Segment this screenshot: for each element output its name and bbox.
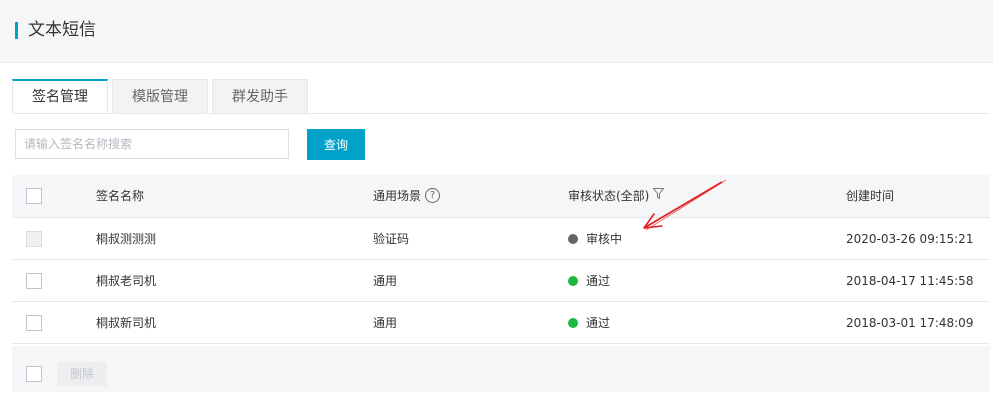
table-row: 桐叔测测测 验证码 审核中 2020-03-26 09:15:21 [12,218,990,260]
tab-divider [12,113,990,114]
table-footer: 删除 [12,346,990,392]
title-accent-bar [15,22,18,39]
status-dot-icon [568,233,578,244]
table-header: 签名名称 通用场景? 审核状态(全部) 创建时间 [12,175,990,218]
signature-scene: 通用 [373,274,398,288]
column-header-scene: 通用场景? [373,175,441,218]
column-header-name: 签名名称 [96,189,145,203]
row-checkbox[interactable] [26,315,42,331]
select-all-checkbox[interactable] [26,188,42,204]
query-button[interactable]: 查询 [307,129,365,160]
column-header-created-time: 创建时间 [846,189,895,203]
page-header: 文本短信 [0,0,993,63]
status-badge: 通过 [568,302,610,344]
footer-select-all-checkbox[interactable] [26,366,42,382]
signature-name: 桐叔测测测 [96,232,157,246]
search-input[interactable] [15,129,289,159]
tab-signature-management[interactable]: 签名管理 [12,79,108,114]
tab-bulk-send-assistant[interactable]: 群发助手 [212,79,308,114]
row-checkbox[interactable] [26,273,42,289]
tab-template-management[interactable]: 模版管理 [112,79,208,114]
status-text: 通过 [586,316,611,330]
status-dot-icon [568,275,578,286]
help-icon[interactable]: ? [425,188,441,203]
status-dot-icon [568,317,578,328]
created-time: 2018-04-17 11:45:58 [846,274,974,288]
status-text: 通过 [586,274,611,288]
signature-name: 桐叔新司机 [96,316,157,330]
delete-button[interactable]: 删除 [57,362,107,386]
page-title: 文本短信 [28,20,96,40]
table-row: 桐叔新司机 通用 通过 2018-03-01 17:48:09 [12,302,990,344]
row-checkbox [26,231,42,247]
annotation-arrow-icon [643,179,727,231]
signature-scene: 通用 [373,316,398,330]
table-row: 桐叔老司机 通用 通过 2018-04-17 11:45:58 [12,260,990,302]
status-text: 审核中 [586,232,623,246]
created-time: 2020-03-26 09:15:21 [846,232,974,246]
status-badge: 审核中 [568,218,622,260]
signature-name: 桐叔老司机 [96,274,157,288]
signature-scene: 验证码 [373,232,410,246]
status-badge: 通过 [568,260,610,302]
column-header-scene-label: 通用场景 [373,189,422,203]
created-time: 2018-03-01 17:48:09 [846,316,974,330]
